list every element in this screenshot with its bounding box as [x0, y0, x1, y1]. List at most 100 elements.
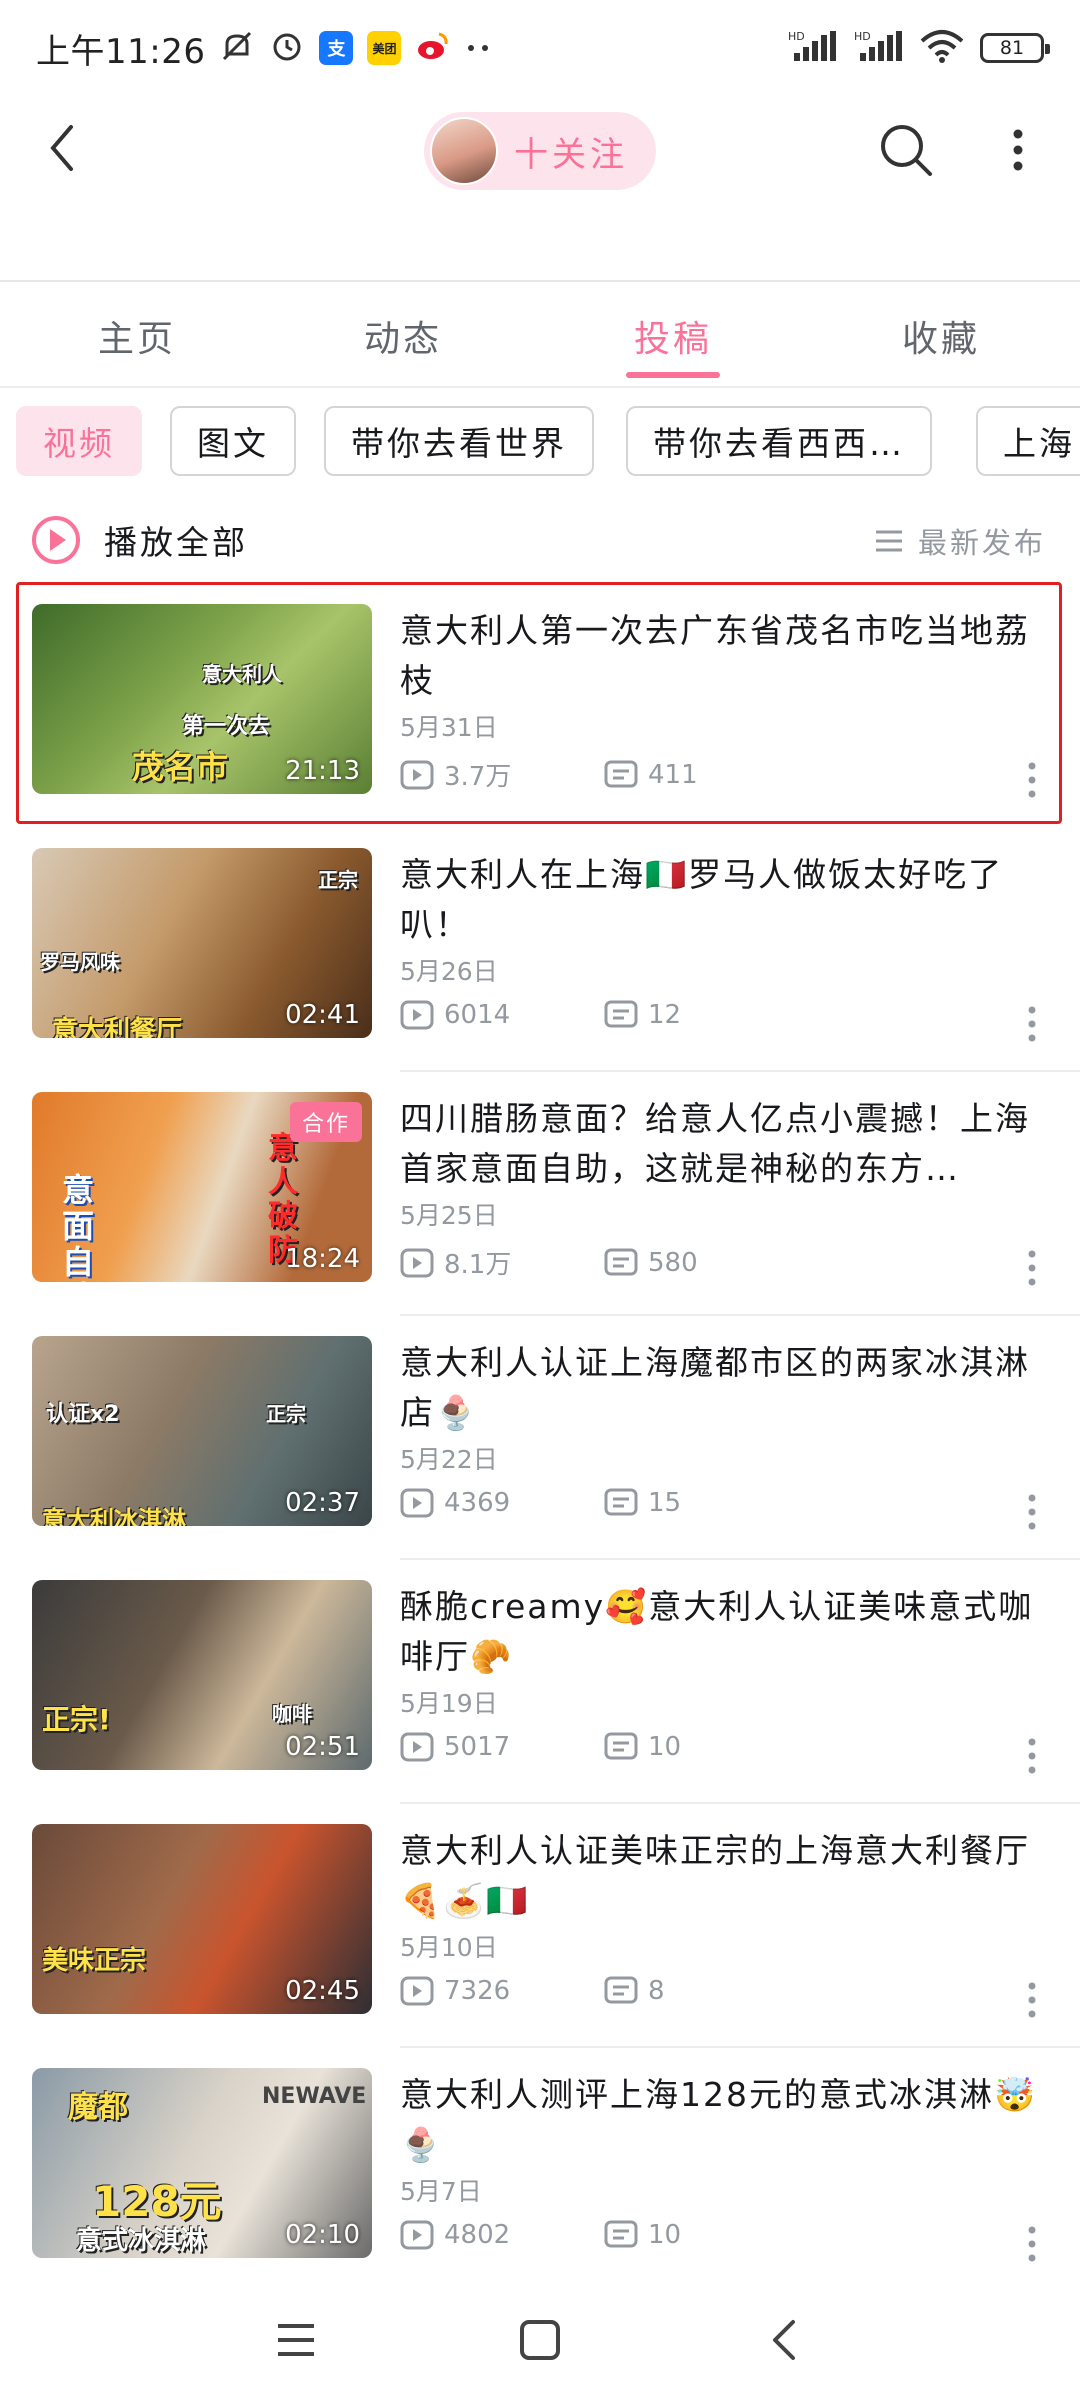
comment-icon: [604, 1000, 638, 1028]
duration: 18:24: [285, 1244, 360, 1274]
chip-shanghai[interactable]: 上海: [976, 406, 1080, 476]
back-button[interactable]: [34, 120, 90, 176]
search-button[interactable]: [878, 122, 934, 178]
more-options-button[interactable]: [1024, 2224, 1040, 2264]
video-thumbnail[interactable]: 正宗! 咖啡 02:51: [32, 1580, 372, 1770]
filter-chips: 视频 图文 带你去看世界 带你去看西西… 上海: [16, 406, 1080, 478]
duration: 02:10: [285, 2220, 360, 2250]
system-back-button[interactable]: [754, 2310, 814, 2370]
play-count-icon: [400, 760, 434, 789]
video-item[interactable]: 魔都 NEWAVE 128元 意式冰淇淋 02:10 意大利人测评上海128元的…: [0, 2048, 1080, 2292]
video-item[interactable]: 认证x2 正宗 意大利冰淇淋 02:37 意大利人认证上海魔都市区的两家冰淇淋店…: [0, 1316, 1080, 1560]
video-stats: 7326 8: [400, 1976, 665, 2006]
video-date: 5月26日: [400, 957, 498, 986]
duration: 02:51: [285, 1732, 360, 1762]
sort-label: 最新发布: [918, 526, 1047, 560]
video-stats: 4802 10: [400, 2220, 681, 2250]
chevron-left-icon: [773, 2320, 795, 2360]
more-options-button[interactable]: [1024, 1004, 1040, 1044]
alarm-icon: [269, 28, 305, 68]
menu-icon: [278, 2324, 314, 2356]
duration: 02:37: [285, 1488, 360, 1518]
more-button[interactable]: [998, 122, 1038, 178]
more-options-button[interactable]: [1024, 1492, 1040, 1532]
recents-button[interactable]: [266, 2310, 326, 2370]
system-nav-bar: [0, 2280, 1080, 2401]
status-time: 上午11:26: [36, 31, 206, 72]
tab-dynamic[interactable]: 动态: [364, 310, 442, 362]
video-item[interactable]: 意大利人 第一次去 茂名市 21:13 意大利人第一次去广东省茂名市吃当地荔枝 …: [0, 584, 1080, 828]
comment-count: 580: [648, 1247, 698, 1278]
play-count-icon: [400, 1000, 434, 1030]
badge: 合作: [289, 1102, 362, 1142]
more-vertical-icon: [1028, 762, 1036, 798]
video-stats: 6014 12: [400, 1000, 681, 1030]
video-date: 5月19日: [400, 1689, 498, 1718]
more-vertical-icon: [1028, 2226, 1036, 2262]
battery-icon: 81: [980, 33, 1050, 63]
comment-icon: [604, 1248, 638, 1275]
duration: 02:41: [285, 1000, 360, 1030]
divider: [0, 280, 1080, 282]
video-thumbnail[interactable]: 意面自助 意人破防 合作 18:24: [32, 1092, 372, 1282]
more-vertical-icon: [1028, 1738, 1036, 1774]
comment-count: 12: [648, 1000, 682, 1030]
video-thumbnail[interactable]: 意大利人 第一次去 茂名市 21:13: [32, 604, 372, 794]
video-date: 5月25日: [400, 1201, 498, 1230]
tab-home[interactable]: 主页: [98, 310, 176, 362]
chip-see-world[interactable]: 带你去看世界: [324, 406, 594, 476]
comment-icon: [604, 2220, 638, 2248]
comment-icon: [604, 1732, 638, 1760]
video-title[interactable]: 意大利人测评上海128元的意式冰淇淋🤯🍨: [400, 2070, 1040, 2170]
play-count-icon: [400, 2220, 434, 2250]
tab-indicator: [626, 372, 720, 378]
video-item[interactable]: 美味正宗 02:45 意大利人认证美味正宗的上海意大利餐厅🍕🍝🇮🇹 5月10日 …: [0, 1804, 1080, 2048]
video-thumbnail[interactable]: 罗马风味 正宗 意大利餐厅 02:41: [32, 848, 372, 1038]
comment-count: 411: [648, 759, 698, 790]
video-title[interactable]: 意大利人第一次去广东省茂名市吃当地荔枝: [400, 606, 1040, 706]
chip-see-sicily[interactable]: 带你去看西西…: [626, 406, 932, 476]
follow-button[interactable]: 十关注: [424, 112, 656, 190]
comment-count: 15: [648, 1488, 682, 1518]
chip-image-text[interactable]: 图文: [170, 406, 296, 476]
more-vertical-icon: [1028, 1006, 1036, 1042]
sort-button[interactable]: 最新发布: [874, 520, 1046, 562]
more-options-button[interactable]: [1024, 1736, 1040, 1776]
more-vertical-icon: [1028, 1494, 1036, 1530]
profile-tabs: 主页 动态 投稿 收藏: [0, 290, 1080, 386]
chip-video[interactable]: 视频: [16, 406, 142, 476]
more-options-button[interactable]: [1024, 1980, 1040, 2020]
view-count: 3.7万: [444, 762, 512, 792]
video-thumbnail[interactable]: 认证x2 正宗 意大利冰淇淋 02:37: [32, 1336, 372, 1526]
video-item[interactable]: 罗马风味 正宗 意大利餐厅 02:41 意大利人在上海🇮🇹罗马人做饭太好吃了叭！…: [0, 828, 1080, 1072]
video-item[interactable]: 意面自助 意人破防 合作 18:24 四川腊肠意面？给意人亿点小震撼！上海首家意…: [0, 1072, 1080, 1316]
home-button[interactable]: [510, 2310, 570, 2370]
more-options-button[interactable]: [1024, 1248, 1040, 1288]
home-square-icon: [520, 2320, 560, 2360]
video-date: 5月22日: [400, 1445, 498, 1474]
play-count-icon: [400, 1248, 434, 1277]
video-title[interactable]: 酥脆creamy🥰意大利人认证美味意式咖啡厅🥐: [400, 1582, 1040, 1682]
video-stats: 8.1万 580: [400, 1244, 698, 1281]
video-title[interactable]: 意大利人认证上海魔都市区的两家冰淇淋店🍨: [400, 1338, 1040, 1438]
video-title[interactable]: 意大利人在上海🇮🇹罗马人做饭太好吃了叭！: [400, 850, 1040, 950]
comment-count: 10: [648, 2220, 682, 2250]
tab-uploads[interactable]: 投稿: [634, 310, 712, 362]
video-thumbnail[interactable]: 美味正宗 02:45: [32, 1824, 372, 2014]
play-count-icon: [400, 1976, 434, 2006]
search-icon: [881, 125, 932, 176]
more-options-button[interactable]: [1024, 760, 1040, 800]
video-thumbnail[interactable]: 魔都 NEWAVE 128元 意式冰淇淋 02:10: [32, 2068, 372, 2258]
tab-favorites[interactable]: 收藏: [902, 310, 980, 362]
signal-icon: HD: [788, 29, 838, 67]
video-title[interactable]: 四川腊肠意面？给意人亿点小震撼！上海首家意面自助，这就是神秘的东方…: [400, 1094, 1040, 1194]
weibo-icon: [415, 28, 451, 68]
view-count: 5017: [444, 1732, 511, 1762]
comment-icon: [604, 760, 638, 787]
play-all-label: 播放全部: [104, 523, 248, 562]
play-all-button[interactable]: 播放全部: [30, 510, 248, 570]
video-item[interactable]: 正宗! 咖啡 02:51 酥脆creamy🥰意大利人认证美味意式咖啡厅🥐 5月1…: [0, 1560, 1080, 1804]
more-vertical-icon: [1028, 1250, 1036, 1286]
top-nav: 十关注: [0, 96, 1080, 206]
video-title[interactable]: 意大利人认证美味正宗的上海意大利餐厅🍕🍝🇮🇹: [400, 1826, 1040, 1926]
